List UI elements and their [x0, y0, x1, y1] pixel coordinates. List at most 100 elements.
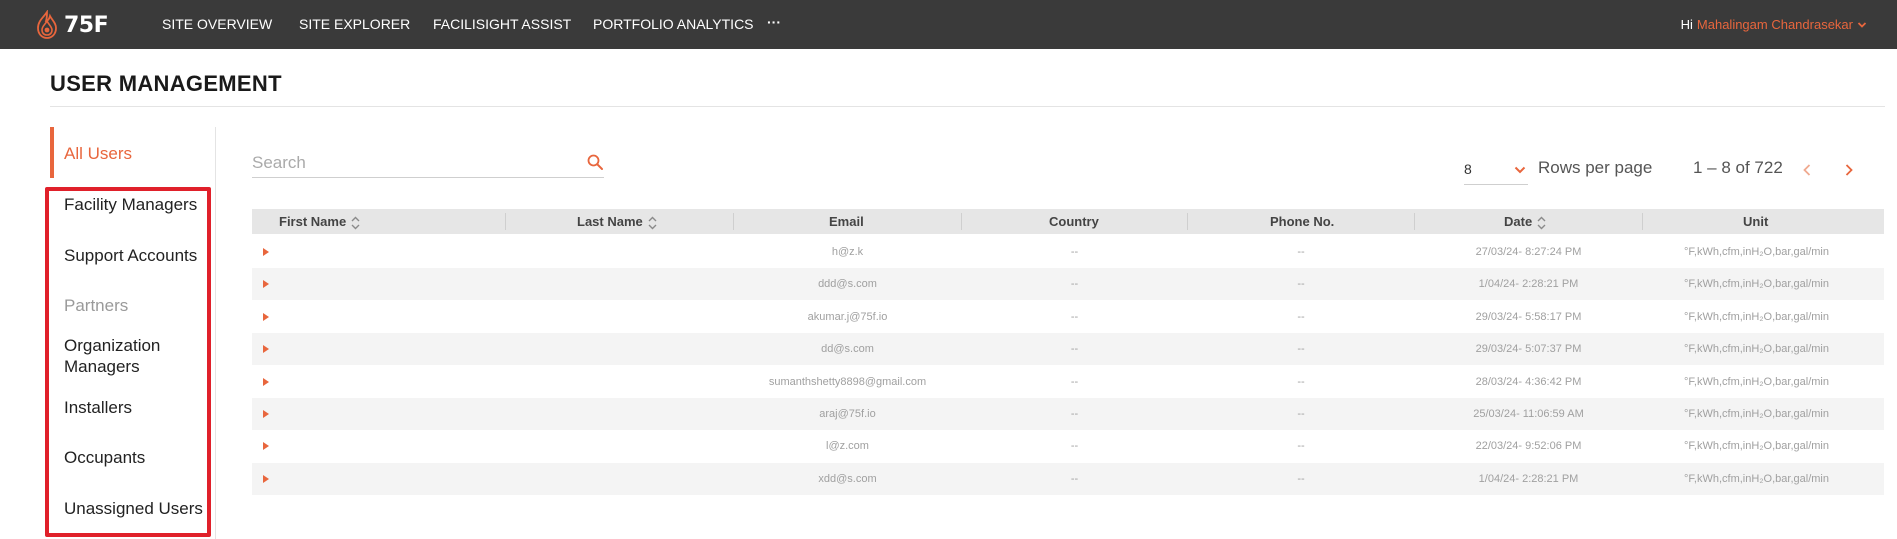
caret-right-icon[interactable]: [262, 344, 270, 354]
more-menu-button[interactable]: ···: [767, 0, 781, 49]
cell-date: 22/03/24- 9:52:06 PM: [1475, 440, 1582, 453]
chevron-right-icon[interactable]: [1842, 160, 1856, 180]
cell-first-name: [282, 366, 502, 398]
cell-date: 29/03/24- 5:07:37 PM: [1475, 343, 1582, 356]
cell-last-name: [507, 398, 732, 430]
table-row[interactable]: ddd@s.com -- -- 1/04/24- 2:28:21 PM °F,kWh,c…: [252, 268, 1884, 301]
column-header-unit: Unit: [1743, 214, 1769, 229]
caret-right-icon[interactable]: [262, 247, 270, 257]
nav-site-explorer[interactable]: SITE EXPLORER: [299, 0, 410, 49]
cell-email: l@z.com: [826, 440, 869, 453]
cell-first-name: [282, 301, 502, 333]
column-header-email: Email: [829, 214, 864, 229]
table-row[interactable]: xdd@s.com -- -- 1/04/24- 2:28:21 PM °F,kWh,c…: [252, 462, 1884, 495]
nav-site-overview[interactable]: SITE OVERVIEW: [162, 0, 272, 49]
cell-last-name: [507, 463, 732, 495]
sidebar-item-all-users[interactable]: All Users: [64, 143, 132, 164]
cell-first-name: [282, 268, 502, 300]
table-row[interactable]: araj@75f.io -- -- 25/03/24- 11:06:59 AM °F,k…: [252, 398, 1884, 430]
search-input[interactable]: [252, 151, 572, 175]
caret-right-icon[interactable]: [262, 474, 270, 484]
caret-right-icon[interactable]: [262, 279, 270, 289]
chevron-down-icon[interactable]: [1857, 20, 1867, 30]
cell-country: --: [1070, 310, 1079, 323]
column-header-last-name[interactable]: Last Name: [577, 209, 657, 234]
cell-last-name: [507, 366, 732, 398]
column-separator: [505, 213, 506, 230]
cell-date: 28/03/24- 4:36:42 PM: [1475, 375, 1582, 388]
cell-unit: °F,kWh,cfm,inH₂O,bar,gal/min: [1684, 278, 1829, 291]
column-separator: [1414, 213, 1415, 230]
logo-text: 75F: [64, 12, 109, 38]
rows-per-page-value: 8: [1464, 161, 1472, 177]
caret-right-icon[interactable]: [262, 441, 270, 451]
cell-date: 29/03/24- 5:58:17 PM: [1475, 310, 1582, 323]
sidebar-item-support-accounts[interactable]: Support Accounts: [64, 245, 197, 266]
page-title: USER MANAGEMENT: [50, 71, 282, 96]
cell-first-name: [282, 463, 502, 495]
cell-country: --: [1070, 278, 1079, 291]
table-row[interactable]: dd@s.com -- -- 29/03/24- 5:07:37 PM °F,kWh,c…: [252, 333, 1884, 366]
cell-email: h@z.k: [831, 246, 864, 258]
sidebar-section-partners: Partners: [64, 296, 129, 315]
search-icon[interactable]: [586, 153, 604, 171]
table-row[interactable]: l@z.com -- -- 22/03/24- 9:52:06 PM °F,kWh,cf…: [252, 430, 1884, 462]
cell-email: ddd@s.com: [818, 278, 877, 291]
column-header-label: Last Name: [577, 214, 643, 229]
column-separator: [961, 213, 962, 230]
top-navigation-bar: 75F SITE OVERVIEW SITE EXPLORER FACILISI…: [0, 0, 1897, 49]
cell-first-name: [282, 333, 502, 365]
sort-icon[interactable]: [351, 216, 360, 230]
cell-phone: --: [1297, 343, 1305, 356]
cell-unit: °F,kWh,cfm,inH₂O,bar,gal/min: [1684, 375, 1829, 388]
cell-country: --: [1070, 472, 1079, 485]
nav-portfolio-analytics[interactable]: PORTFOLIO ANALYTICS: [593, 0, 754, 49]
caret-right-icon[interactable]: [262, 409, 270, 419]
table-row[interactable]: sumanthshetty8898@gmail.com -- -- 28/03/24-…: [252, 366, 1884, 398]
cell-phone: --: [1297, 310, 1305, 323]
cell-phone: --: [1297, 278, 1305, 291]
cell-date: 25/03/24- 11:06:59 AM: [1473, 408, 1584, 420]
cell-email: akumar.j@75f.io: [807, 310, 888, 323]
column-header-first-name[interactable]: First Name: [279, 209, 360, 234]
cell-unit: °F,kWh,cfm,inH₂O,bar,gal/min: [1684, 246, 1829, 258]
sidebar-divider: [215, 127, 216, 539]
sort-icon[interactable]: [1537, 216, 1546, 230]
active-indicator: [50, 127, 54, 178]
cell-unit: °F,kWh,cfm,inH₂O,bar,gal/min: [1684, 408, 1829, 420]
caret-right-icon[interactable]: [262, 377, 270, 387]
chevron-left-icon[interactable]: [1800, 160, 1814, 180]
sidebar-item-unassigned-users[interactable]: Unassigned Users: [64, 498, 203, 519]
nav-facilisight-assist[interactable]: FACILISIGHT ASSIST: [433, 0, 571, 49]
cell-unit: °F,kWh,cfm,inH₂O,bar,gal/min: [1684, 343, 1829, 356]
cell-first-name: [282, 398, 502, 430]
column-header-country: Country: [1049, 214, 1099, 229]
column-header-label: Date: [1504, 214, 1533, 229]
column-header-date[interactable]: Date: [1504, 209, 1546, 234]
search-bar: [252, 147, 604, 178]
column-header-phone: Phone No.: [1270, 214, 1335, 229]
column-separator: [1642, 213, 1643, 230]
cell-date: 27/03/24- 8:27:24 PM: [1475, 246, 1582, 258]
cell-unit: °F,kWh,cfm,inH₂O,bar,gal/min: [1684, 472, 1829, 485]
brand-logo[interactable]: 75F: [34, 10, 109, 40]
cell-country: --: [1070, 246, 1079, 258]
user-menu-button[interactable]: Mahalingam Chandrasekar: [1697, 0, 1853, 49]
table-row[interactable]: akumar.j@75f.io -- -- 29/03/24- 5:58:17 PM °…: [252, 301, 1884, 333]
rows-per-page-select[interactable]: 8: [1464, 156, 1528, 185]
sidebar-item-organization-managers[interactable]: Organization Managers: [64, 335, 204, 377]
flame-logo-icon: [37, 10, 57, 39]
sidebar-item-installers[interactable]: Installers: [64, 397, 132, 418]
cell-last-name: [507, 236, 732, 268]
cell-phone: --: [1297, 408, 1305, 420]
table-row[interactable]: h@z.k -- -- 27/03/24- 8:27:24 PM °F,kWh,cfm,…: [252, 236, 1884, 268]
sidebar-item-occupants[interactable]: Occupants: [64, 447, 145, 468]
chevron-down-icon: [1514, 166, 1526, 174]
caret-right-icon[interactable]: [262, 312, 270, 322]
sidebar-item-facility-managers[interactable]: Facility Managers: [64, 194, 197, 215]
cell-email: dd@s.com: [821, 343, 874, 356]
sort-icon[interactable]: [648, 216, 657, 230]
cell-last-name: [507, 268, 732, 300]
cell-email: sumanthshetty8898@gmail.com: [768, 375, 927, 388]
cell-country: --: [1070, 440, 1079, 453]
